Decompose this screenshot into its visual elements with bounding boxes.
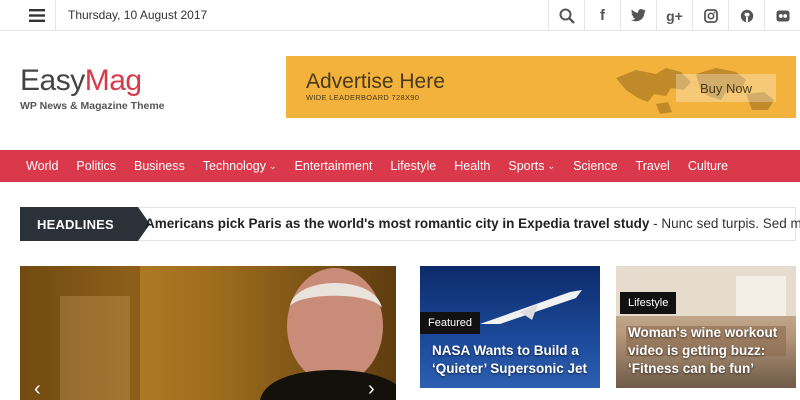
nav-item-technology[interactable]: Technology ⌄ <box>194 159 286 173</box>
search-icon[interactable] <box>548 0 584 31</box>
ad-subtitle: WIDE LEADERBOARD 728X90 <box>306 93 420 102</box>
headlines-label: HEADLINES <box>20 207 150 241</box>
card-title-nasa[interactable]: NASA Wants to Build a ‘Quieter’ Superson… <box>432 342 587 378</box>
hamburger-menu-button[interactable] <box>18 0 56 31</box>
nav-item-politics[interactable]: Politics <box>67 159 125 173</box>
nav-label: Business <box>134 159 185 173</box>
main-navigation: World Politics Business Technology ⌄ Ente… <box>0 150 800 182</box>
card-title-line: NASA Wants to Build a <box>432 343 579 358</box>
nav-item-lifestyle[interactable]: Lifestyle <box>381 159 445 173</box>
nav-label: Health <box>454 159 491 173</box>
ticker-headline-excerpt: - Nunc sed turpis. Sed mollis, <box>653 216 800 231</box>
card-title-line: Woman's wine workout <box>628 325 778 340</box>
buy-now-button[interactable]: Buy Now <box>676 74 776 102</box>
top-bar: Thursday, 10 August 2017 f g+ <box>0 0 800 31</box>
social-links: f g+ <box>548 0 800 31</box>
twitter-icon[interactable] <box>620 0 656 31</box>
card-title-wine-workout[interactable]: Woman's wine workout video is getting bu… <box>628 324 777 378</box>
chevron-down-icon: ⌄ <box>547 160 556 171</box>
slider-prev-button[interactable]: ‹ <box>34 378 41 400</box>
card-title-line: ‘Quieter’ Supersonic Jet <box>432 361 588 376</box>
nav-item-travel[interactable]: Travel <box>627 159 679 173</box>
card-title-line: ‘Fitness can be fun’ <box>628 361 755 376</box>
site-logo[interactable]: EasyMag <box>20 64 142 98</box>
current-date: Thursday, 10 August 2017 <box>68 8 208 22</box>
nav-label: Culture <box>687 159 729 173</box>
article-card-lifestyle[interactable]: Lifestyle Woman's wine workout video is … <box>616 266 796 388</box>
google-plus-icon[interactable]: g+ <box>656 0 692 31</box>
nav-label: Lifestyle <box>390 159 437 173</box>
instagram-icon[interactable] <box>692 0 728 31</box>
nav-item-sports[interactable]: Sports ⌄ <box>499 159 564 173</box>
ticker-headline-title: Americans pick Paris as the world's most… <box>145 216 650 231</box>
nav-item-business[interactable]: Business <box>125 159 194 173</box>
nav-label: Entertainment <box>294 159 373 173</box>
advertisement-banner[interactable]: Advertise Here WIDE LEADERBOARD 728X90 B… <box>286 56 796 118</box>
nav-label: Science <box>573 159 618 173</box>
hero-slider[interactable]: ‹ › <box>20 266 396 400</box>
logo-text-mag: Mag <box>84 64 142 97</box>
flickr-icon[interactable] <box>764 0 800 31</box>
hamburger-icon <box>28 9 45 22</box>
logo-text-easy: Easy <box>20 64 85 97</box>
nav-label: Travel <box>635 159 670 173</box>
hero-photo <box>20 266 396 400</box>
card-title-line: video is getting buzz: <box>628 343 766 358</box>
nav-label: Politics <box>76 159 117 173</box>
nav-item-health[interactable]: Health <box>445 159 499 173</box>
category-badge-featured[interactable]: Featured <box>420 312 481 334</box>
site-tagline: WP News & Magazine Theme <box>20 100 165 112</box>
github-icon[interactable] <box>728 0 764 31</box>
article-card-featured[interactable]: Featured NASA Wants to Build a ‘Quieter’… <box>420 266 600 388</box>
nav-item-science[interactable]: Science <box>564 159 626 173</box>
slider-next-button[interactable]: › <box>368 378 375 400</box>
chevron-down-icon: ⌄ <box>269 160 277 171</box>
ad-title: Advertise Here <box>306 70 445 93</box>
nav-item-world[interactable]: World <box>17 159 67 173</box>
nav-label: World <box>26 159 59 173</box>
nav-label: Sports <box>508 159 545 173</box>
headlines-ticker: HEADLINES Americans pick Paris as the wo… <box>20 207 800 241</box>
nav-item-entertainment[interactable]: Entertainment <box>286 159 382 173</box>
nav-label: Technology <box>202 159 266 173</box>
category-badge-lifestyle[interactable]: Lifestyle <box>620 292 677 314</box>
nav-item-culture[interactable]: Culture <box>679 159 737 173</box>
ticker-headline[interactable]: Americans pick Paris as the world's most… <box>145 216 800 231</box>
facebook-icon[interactable]: f <box>584 0 620 31</box>
